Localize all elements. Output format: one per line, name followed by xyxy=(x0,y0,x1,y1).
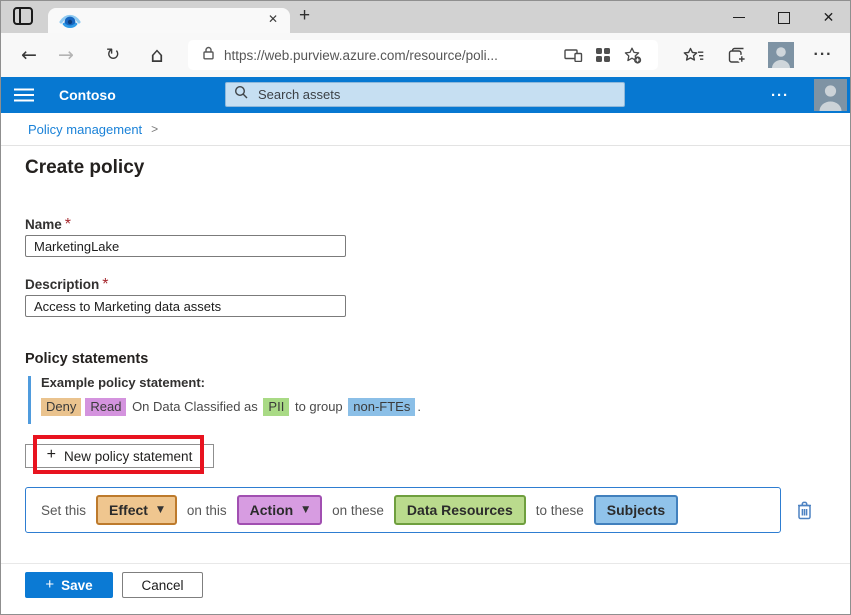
browser-profile-avatar[interactable] xyxy=(768,42,794,68)
apps-grid-icon[interactable] xyxy=(588,48,618,62)
browser-tab-strip: ✕ + ✕ xyxy=(0,0,851,33)
name-input[interactable] xyxy=(25,235,346,257)
statement-text: on this xyxy=(187,503,227,518)
cancel-label: Cancel xyxy=(141,578,183,593)
description-input[interactable] xyxy=(25,295,346,317)
action-dropdown[interactable]: Action ▼ xyxy=(237,495,322,525)
example-statement-line: DenyRead On Data Classified as PII to gr… xyxy=(41,398,421,416)
window-minimize-button[interactable] xyxy=(716,1,761,34)
browser-tab-purview[interactable]: ✕ xyxy=(48,8,290,34)
search-icon xyxy=(234,85,248,104)
example-action-chip: Read xyxy=(85,398,126,416)
window-close-icon: ✕ xyxy=(823,10,835,26)
window-close-button[interactable]: ✕ xyxy=(806,1,851,34)
name-label: Name* xyxy=(25,216,71,234)
data-resources-label: Data Resources xyxy=(407,502,513,518)
chevron-down-icon: ▼ xyxy=(157,505,164,515)
address-bar[interactable]: https://web.purview.azure.com/resource/p… xyxy=(188,40,658,70)
new-policy-statement-button[interactable]: + New policy statement xyxy=(25,444,214,468)
new-policy-statement-label: New policy statement xyxy=(64,449,192,464)
subjects-label: Subjects xyxy=(607,502,665,518)
example-accent-bar xyxy=(28,376,31,424)
footer-divider xyxy=(1,563,850,564)
forward-button[interactable]: → xyxy=(50,33,82,77)
plus-icon: + xyxy=(45,576,54,593)
purview-header: Contoso ··· xyxy=(0,77,851,113)
example-classification-chip: PII xyxy=(263,398,289,416)
tab-actions-icon xyxy=(13,7,33,30)
new-tab-button[interactable]: + xyxy=(299,5,310,27)
breadcrumb-policy-management[interactable]: Policy management xyxy=(28,122,142,137)
home-button[interactable]: ⌂ xyxy=(141,33,173,77)
action-label: Action xyxy=(250,502,294,518)
delete-statement-icon[interactable] xyxy=(797,501,812,525)
effect-label: Effect xyxy=(109,502,148,518)
example-effect-chip: Deny xyxy=(41,398,81,416)
plus-icon: + xyxy=(47,446,56,464)
statement-text: to these xyxy=(536,503,584,518)
save-button[interactable]: + Save xyxy=(25,572,113,598)
search-assets-input[interactable] xyxy=(256,86,616,103)
save-label: Save xyxy=(61,578,93,593)
breadcrumb-chevron-icon: > xyxy=(151,122,158,136)
example-text: to group xyxy=(295,399,343,414)
collections-icon[interactable] xyxy=(720,33,754,77)
browser-nav-bar: ← → ↻ ⌂ https://web.purview.azure.com/re… xyxy=(0,33,851,77)
example-heading: Example policy statement: xyxy=(41,375,205,390)
purview-logo-icon xyxy=(59,13,81,29)
example-policy-statement: Example policy statement: DenyRead On Da… xyxy=(28,374,528,426)
chevron-down-icon: ▼ xyxy=(302,505,309,515)
hamburger-menu-icon[interactable] xyxy=(14,88,34,107)
favorites-bar-icon[interactable] xyxy=(676,33,710,77)
example-text: On Data Classified as xyxy=(132,399,258,414)
lock-icon xyxy=(203,46,214,65)
tab-close-icon[interactable]: ✕ xyxy=(268,12,278,26)
effect-dropdown[interactable]: Effect ▼ xyxy=(96,495,177,525)
org-name: Contoso xyxy=(59,77,116,113)
subjects-button[interactable]: Subjects xyxy=(594,495,678,525)
example-subject-chip: non-FTEs xyxy=(348,398,415,416)
policy-statement-row: Set this Effect ▼ on this Action ▼ on th… xyxy=(25,487,781,533)
cancel-button[interactable]: Cancel xyxy=(122,572,203,598)
ellipsis-icon: ··· xyxy=(814,46,833,64)
statement-text: on these xyxy=(332,503,384,518)
required-asterisk: * xyxy=(99,276,108,293)
back-button[interactable]: ← xyxy=(13,33,45,77)
statement-text: Set this xyxy=(41,503,86,518)
tab-actions-menu-button[interactable] xyxy=(11,8,35,29)
data-resources-button[interactable]: Data Resources xyxy=(394,495,526,525)
window-maximize-button[interactable] xyxy=(761,1,806,34)
required-asterisk: * xyxy=(62,216,71,233)
header-more-button[interactable]: ··· xyxy=(771,77,789,113)
send-to-devices-icon[interactable] xyxy=(558,48,588,62)
minimize-icon xyxy=(733,17,745,18)
policy-statements-heading: Policy statements xyxy=(25,351,148,367)
header-user-avatar[interactable] xyxy=(814,79,847,111)
example-text: . xyxy=(417,399,421,414)
browser-settings-icon[interactable]: ··· xyxy=(806,33,840,77)
refresh-button[interactable]: ↻ xyxy=(97,33,129,77)
description-label: Description* xyxy=(25,276,109,294)
search-assets-box[interactable] xyxy=(225,82,625,107)
maximize-icon xyxy=(778,12,790,24)
url-text[interactable]: https://web.purview.azure.com/resource/p… xyxy=(224,48,558,63)
breadcrumb: Policy management > xyxy=(1,113,850,146)
page-title: Create policy xyxy=(25,157,144,179)
add-favorite-icon[interactable] xyxy=(618,47,648,64)
